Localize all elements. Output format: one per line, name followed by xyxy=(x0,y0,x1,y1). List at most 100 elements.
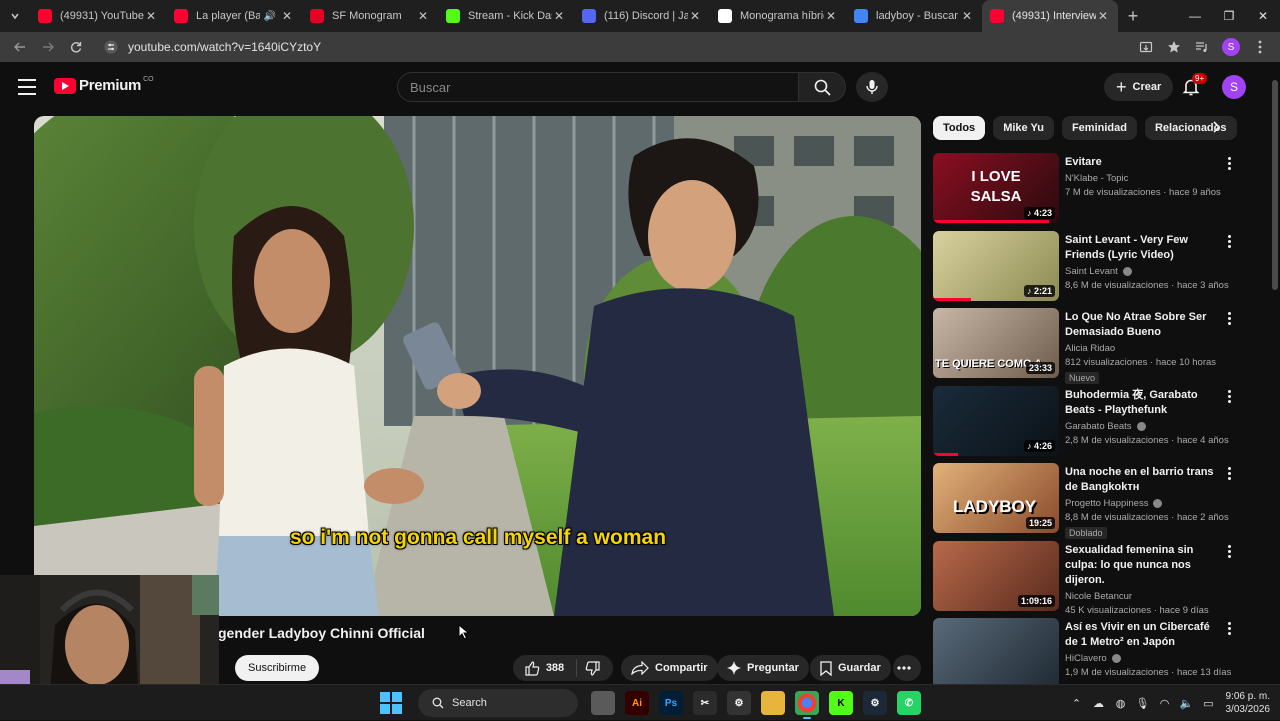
search-button[interactable] xyxy=(798,72,846,102)
recommendation-title[interactable]: Así es Vivir en un Cibercafé de 1 Metro²… xyxy=(1065,620,1225,650)
illustrator-icon[interactable]: Ai xyxy=(625,691,649,715)
create-button[interactable]: + Crear xyxy=(1104,73,1173,101)
page-scrollbar-thumb[interactable] xyxy=(1272,80,1278,290)
forward-button[interactable] xyxy=(34,34,62,60)
video-thumbnail[interactable]: 1:09:16 xyxy=(933,541,1059,611)
more-options-icon[interactable] xyxy=(1225,545,1233,558)
network-globe-icon[interactable]: ◍ xyxy=(1110,697,1132,710)
browser-tab[interactable]: Stream - Kick Dashb✕ xyxy=(438,0,574,32)
recommendation-item[interactable]: TE QUIERE COMO A23:33Lo Que No Atrae Sob… xyxy=(933,308,1243,386)
address-bar[interactable]: youtube.com/watch?v=1640iCYztoY xyxy=(96,35,1132,59)
recommendation-item[interactable]: I LOVE SALSA♪ 4:23 Evitare N'Klabe - Topic… xyxy=(933,153,1243,231)
new-tab-button[interactable]: + xyxy=(1118,6,1148,27)
youtube-premium-logo[interactable]: Premium CO xyxy=(54,77,154,94)
browser-tab[interactable]: (116) Discord | Ja✕ xyxy=(574,0,710,32)
video-thumbnail[interactable]: ♪ 2:21 xyxy=(933,231,1059,301)
file-manager-icon[interactable] xyxy=(591,691,615,715)
tab-close-icon[interactable]: ✕ xyxy=(416,9,430,23)
bookmark-star-icon[interactable] xyxy=(1160,34,1188,60)
browser-tab[interactable]: SF Monogram✕ xyxy=(302,0,438,32)
tab-close-icon[interactable]: ✕ xyxy=(688,9,702,23)
back-button[interactable] xyxy=(6,34,34,60)
recommendation-title[interactable]: Sexualidad femenina sin culpa: lo que nu… xyxy=(1065,543,1225,588)
more-options-icon[interactable] xyxy=(1225,467,1233,480)
tab-close-icon[interactable]: ✕ xyxy=(1096,9,1110,23)
onedrive-icon[interactable]: ☁ xyxy=(1088,697,1110,710)
browser-tab[interactable]: ladyboy - Buscar co✕ xyxy=(846,0,982,32)
microphone-tray-icon[interactable]: 🎙 xyxy=(1132,697,1154,710)
recommendation-title[interactable]: Buhodermia 夜, Garabato Beats - Playthefu… xyxy=(1065,388,1225,418)
browser-menu-icon[interactable] xyxy=(1246,34,1274,60)
browser-tab[interactable]: Monograma híbrido✕ xyxy=(710,0,846,32)
kick-icon[interactable]: K xyxy=(829,691,853,715)
more-actions-button[interactable] xyxy=(893,655,921,681)
ask-button[interactable]: Preguntar xyxy=(717,655,809,681)
minimize-button[interactable]: — xyxy=(1178,0,1212,32)
folder-icon[interactable] xyxy=(761,691,785,715)
like-button[interactable]: 388 xyxy=(513,659,577,677)
subscribe-button[interactable]: Suscribirme xyxy=(235,655,319,681)
maximize-button[interactable]: ❐ xyxy=(1212,0,1246,32)
tab-search-menu-button[interactable] xyxy=(0,0,30,32)
more-options-icon[interactable] xyxy=(1225,235,1233,248)
taskbar-search[interactable]: Search xyxy=(418,689,578,717)
browser-profile-avatar[interactable]: S xyxy=(1222,38,1240,56)
channel-name[interactable]: Alicia Ridao xyxy=(1065,343,1115,354)
recommendation-item[interactable]: 1:09:16Sexualidad femenina sin culpa: lo… xyxy=(933,541,1243,619)
search-input[interactable] xyxy=(410,80,798,95)
recommendation-title[interactable]: Una noche en el barrio trans de Bangkokт… xyxy=(1065,465,1225,495)
tab-close-icon[interactable]: ✕ xyxy=(280,9,294,23)
channel-name[interactable]: Nicole Betancur xyxy=(1065,591,1132,602)
video-thumbnail[interactable]: LADYBOY19:25 xyxy=(933,463,1059,533)
chips-next-chevron-icon[interactable] xyxy=(1208,120,1224,138)
reload-button[interactable] xyxy=(62,34,90,60)
start-menu-button[interactable] xyxy=(380,692,402,714)
media-controls-icon[interactable] xyxy=(1188,34,1216,60)
photoshop-icon[interactable]: Ps xyxy=(659,691,683,715)
video-thumbnail[interactable]: ♪ 4:26 xyxy=(933,386,1059,456)
save-button[interactable]: Guardar xyxy=(810,655,891,681)
wifi-icon[interactable]: ◠ xyxy=(1154,697,1176,710)
steam-icon[interactable]: ⚙ xyxy=(863,691,887,715)
tab-close-icon[interactable]: ✕ xyxy=(144,9,158,23)
browser-tab[interactable]: La player (Bando🔊✕ xyxy=(166,0,302,32)
more-options-icon[interactable] xyxy=(1225,390,1233,403)
channel-name[interactable]: HiClavero xyxy=(1065,653,1107,664)
recommendation-title[interactable]: Evitare xyxy=(1065,155,1225,170)
browser-tab[interactable]: (49931) Interviewing✕ xyxy=(982,0,1118,32)
guide-menu-icon[interactable] xyxy=(14,77,40,97)
taskbar-clock[interactable]: 9:06 p. m. 3/03/2026 xyxy=(1226,690,1271,716)
recommendation-title[interactable]: Saint Levant - Very Few Friends (Lyric V… xyxy=(1065,233,1225,263)
chrome-icon[interactable] xyxy=(795,691,819,715)
recommendation-item[interactable]: LADYBOY19:25Una noche en el barrio trans… xyxy=(933,463,1243,541)
filter-chip[interactable]: Mike Yu xyxy=(993,116,1054,140)
tab-close-icon[interactable]: ✕ xyxy=(824,9,838,23)
close-window-button[interactable]: ✕ xyxy=(1246,0,1280,32)
tab-audio-icon[interactable]: 🔊 xyxy=(264,11,276,22)
video-thumbnail[interactable]: I LOVE SALSA♪ 4:23 xyxy=(933,153,1059,223)
dislike-button[interactable] xyxy=(577,661,613,676)
battery-icon[interactable]: ▭ xyxy=(1198,697,1220,710)
video-thumbnail[interactable]: TE QUIERE COMO A23:33 xyxy=(933,308,1059,378)
capcut-icon[interactable]: ✂ xyxy=(693,691,717,715)
voice-search-button[interactable] xyxy=(856,72,888,102)
filter-chip[interactable]: Todos xyxy=(933,116,985,140)
account-avatar[interactable]: S xyxy=(1222,75,1246,99)
channel-name[interactable]: N'Klabe - Topic xyxy=(1065,173,1128,184)
site-info-icon[interactable] xyxy=(104,40,118,54)
notifications-button[interactable]: 9+ xyxy=(1180,76,1202,98)
recommendation-item[interactable]: ♪ 4:26Buhodermia 夜, Garabato Beats - Pla… xyxy=(933,386,1243,464)
channel-name[interactable]: Saint Levant xyxy=(1065,266,1118,277)
more-options-icon[interactable] xyxy=(1225,312,1233,325)
tab-close-icon[interactable]: ✕ xyxy=(960,9,974,23)
whatsapp-icon[interactable]: ✆ xyxy=(897,691,921,715)
channel-name[interactable]: Garabato Beats xyxy=(1065,421,1132,432)
browser-tab[interactable]: (49931) YouTube✕ xyxy=(30,0,166,32)
tab-close-icon[interactable]: ✕ xyxy=(552,9,566,23)
more-options-icon[interactable] xyxy=(1225,157,1233,170)
filter-chip[interactable]: Feminidad xyxy=(1062,116,1137,140)
more-options-icon[interactable] xyxy=(1225,622,1233,635)
recommendation-title[interactable]: Lo Que No Atrae Sobre Ser Demasiado Buen… xyxy=(1065,310,1225,340)
video-player[interactable]: so i'm not gonna call myself a woman xyxy=(34,116,921,616)
settings-gear-icon[interactable]: ⚙ xyxy=(727,691,751,715)
